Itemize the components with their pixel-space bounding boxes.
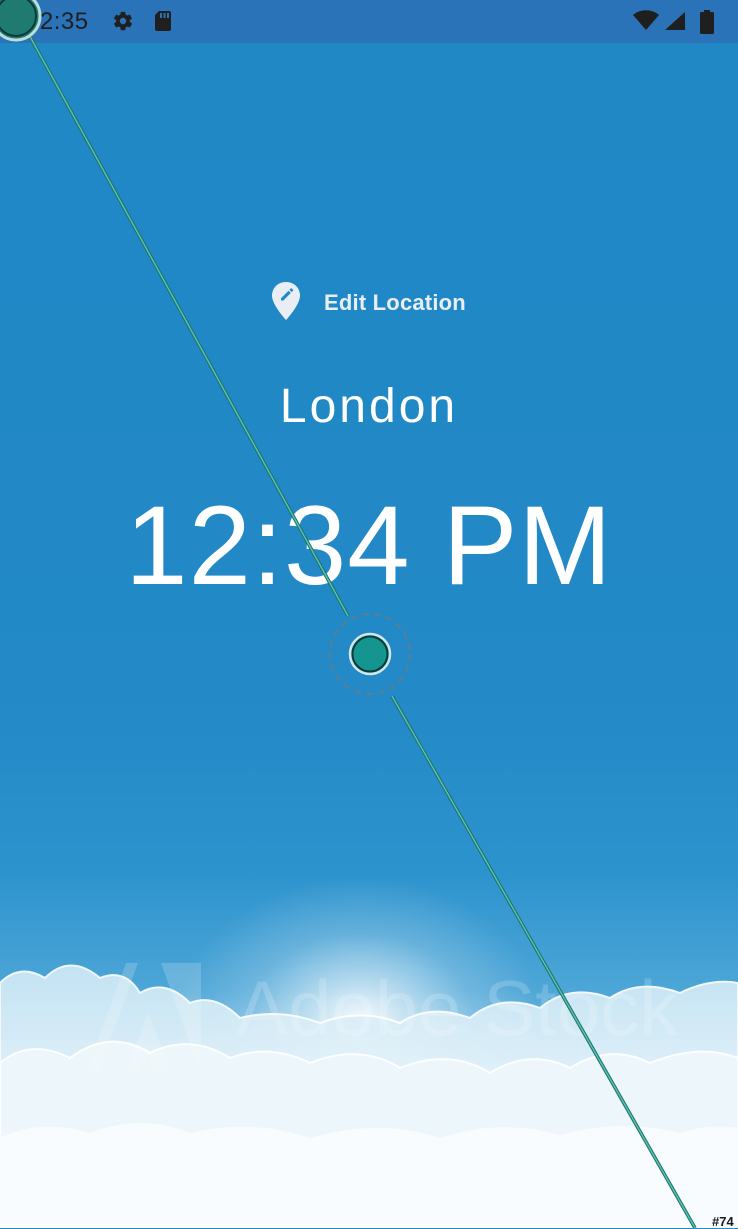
edit-location-label: Edit Location [324, 290, 466, 315]
marker-id-label: #74 [712, 1214, 734, 1229]
sd-card-icon [153, 10, 173, 37]
status-bar: 12:35 [0, 0, 738, 43]
wifi-icon [632, 10, 660, 37]
settings-gear-icon [112, 10, 134, 37]
local-time: 12:34 PM [125, 483, 613, 608]
edit-location-button[interactable]: Edit Location [270, 281, 466, 326]
watermark: Adobe Stock [86, 963, 678, 1073]
city-name: London [279, 380, 459, 433]
touch-marker [0, 0, 42, 42]
battery-icon [700, 10, 714, 39]
signal-icon [663, 10, 687, 37]
edit-location-pin-icon [270, 281, 302, 326]
watermark-text: Adobe Stock [236, 964, 679, 1052]
drag-handle[interactable] [328, 612, 412, 696]
